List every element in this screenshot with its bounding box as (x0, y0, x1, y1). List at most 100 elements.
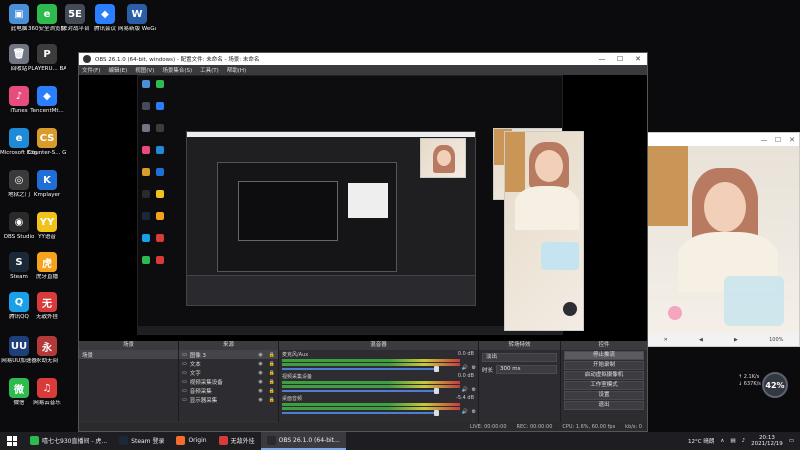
taskbar-item[interactable]: Origin (170, 432, 212, 450)
clock[interactable]: 20:13 2021/12/19 (751, 435, 783, 447)
source-item[interactable]: ▭ 视频采集设备 ◉ 🔒 (179, 377, 278, 386)
lock-icon[interactable]: 🔒 (269, 370, 275, 376)
transitions-dock: 转场特效 淡出 时长 300 ms (479, 341, 561, 431)
preview-mini-icon (156, 256, 164, 264)
taskbar-item[interactable]: 无敌外挂 (213, 432, 261, 450)
prev-icon[interactable]: ◀ (699, 337, 703, 343)
eye-icon[interactable]: ◉ (258, 397, 262, 403)
lock-icon[interactable]: 🔒 (269, 379, 275, 385)
control-button[interactable]: 停止推流 (564, 351, 644, 360)
preview-mini-icon (142, 234, 150, 242)
close-icon[interactable]: ✕ (629, 53, 647, 65)
source-type-icon: ▭ (182, 369, 187, 376)
gear-icon[interactable]: ⚙ (472, 409, 476, 415)
eye-icon[interactable]: ◉ (258, 379, 262, 385)
webcam-window-titlebar[interactable]: — ☐ ✕ (648, 133, 799, 146)
source-item[interactable]: ▭ 显示器采集 ◉ 🔒 (179, 395, 278, 404)
speaker-icon[interactable]: 🔊 (462, 387, 468, 393)
chevron-up-icon[interactable]: ∧ (720, 438, 724, 444)
control-button[interactable]: 开始录制 (564, 361, 644, 370)
control-button[interactable]: 退出 (564, 401, 644, 410)
duration-input[interactable]: 300 ms (496, 365, 557, 374)
source-item[interactable]: ▭ 文字 ◉ 🔒 (179, 368, 278, 377)
volume-meter (282, 381, 460, 384)
mixer-track-db: 0.0 dB (457, 373, 474, 379)
computer-icon: ▣ (9, 4, 29, 24)
source-item[interactable]: ▭ 图像 3 ◉ 🔒 (179, 350, 278, 359)
obs-titlebar[interactable]: OBS 26.1.0 (64-bit, windows) - 配置文件: 未命名… (79, 53, 647, 65)
menu-view[interactable]: 视图(V) (135, 66, 154, 74)
menu-file[interactable]: 文件(F) (82, 66, 100, 74)
game-red-icon: 永 (37, 336, 57, 356)
scenes-dock: 场景 场景 + − ∧ ∨ (79, 341, 179, 431)
browser-360-icon: e (37, 4, 57, 24)
close-icon[interactable]: ✕ (785, 136, 799, 144)
eye-icon[interactable]: ◉ (258, 361, 262, 367)
lock-icon[interactable]: 🔒 (269, 352, 275, 358)
desktop-icon[interactable]: W 网易新版 WeGame版 (118, 4, 156, 32)
mixer-header: 混音器 (279, 341, 478, 350)
eye-icon[interactable]: ◉ (258, 370, 262, 376)
volume-slider[interactable] (282, 410, 440, 416)
eye-icon[interactable]: ◉ (258, 352, 262, 358)
menu-scene-collection[interactable]: 场景集合(S) (162, 66, 192, 74)
gear-icon[interactable]: ⚙ (472, 387, 476, 393)
desktop-icon[interactable]: ◆ TencentMt... (28, 86, 66, 114)
control-button[interactable]: 工作室模式 (564, 381, 644, 390)
source-item[interactable]: ▭ 音频采集 ◉ 🔒 (179, 386, 278, 395)
maximize-icon[interactable]: ☐ (611, 53, 629, 65)
taskbar-item[interactable]: 嘻七七930直播间 - 虎... (24, 432, 113, 450)
mixer-track-db: 0.0 dB (457, 351, 474, 357)
obs-window[interactable]: OBS 26.1.0 (64-bit, windows) - 配置文件: 未命名… (78, 52, 648, 432)
next-icon[interactable]: ▶ (734, 337, 738, 343)
usage-gauge: 42% (762, 372, 788, 398)
desktop-icon[interactable]: 虎虎牙直播 (28, 252, 66, 280)
desktop-icon[interactable]: YY YY语音 (28, 212, 66, 240)
preview-mini-icon (142, 146, 150, 154)
taskbar-item[interactable]: Steam 登录 (113, 432, 170, 450)
mixer-track-name: 视频采集设备 (282, 374, 313, 380)
lock-icon[interactable]: 🔒 (269, 361, 275, 367)
volume-slider[interactable] (282, 388, 440, 394)
close-icon[interactable]: ✕ (664, 337, 668, 343)
taskbar-item-label: Steam 登录 (131, 437, 165, 445)
desktop-icon[interactable]: K Kmplayer (28, 170, 66, 198)
lock-icon[interactable]: 🔒 (269, 388, 275, 394)
control-button[interactable]: 启动虚拟摄像机 (564, 371, 644, 380)
desktop-icon[interactable]: P PLAYERU... BATTLEGR... (28, 44, 66, 72)
gear-icon[interactable]: ⚙ (472, 365, 476, 371)
weather-widget[interactable]: 12°C 晴朗 (688, 437, 714, 445)
eye-icon[interactable]: ◉ (258, 388, 262, 394)
notification-icon[interactable]: ▭ (789, 438, 794, 444)
desktop-icon[interactable]: CS Counter-S... Global Off... (28, 128, 66, 156)
network-icon[interactable]: ▤ (730, 438, 735, 444)
source-item[interactable]: ▭ 文本 ◉ 🔒 (179, 359, 278, 368)
preview-mini-icon (156, 102, 164, 110)
taskbar-item[interactable]: OBS 26.1.0 (64-bit... (260, 432, 346, 450)
menu-edit[interactable]: 编辑(E) (108, 66, 127, 74)
volume-slider[interactable] (282, 366, 440, 372)
taskbar-item-label: Origin (188, 436, 207, 444)
menu-help[interactable]: 帮助(H) (227, 66, 246, 74)
menu-tools[interactable]: 工具(T) (200, 66, 219, 74)
scene-item[interactable]: 场景 (79, 350, 178, 359)
speaker-icon[interactable]: 🔊 (462, 365, 468, 371)
source-label: 文本 (189, 361, 201, 368)
desktop-icon[interactable]: 无无敌外挂 (28, 292, 66, 320)
webcam-window[interactable]: — ☐ ✕ ✕ ◀ ▶ 100% (647, 132, 800, 347)
volume-icon[interactable]: ♪ (742, 438, 746, 444)
desktop-icon[interactable]: 永永劫无间 (28, 336, 66, 364)
tencent-icon: ◆ (37, 86, 57, 106)
transition-select[interactable]: 淡出 (482, 353, 557, 362)
recycle-bin-icon: 🗑 (9, 44, 29, 64)
maximize-icon[interactable]: ☐ (771, 136, 785, 144)
download-speed: ↓ 637K/s (738, 381, 761, 387)
source-type-icon: ▭ (182, 396, 187, 403)
lock-icon[interactable]: 🔒 (269, 397, 275, 403)
start-button[interactable] (0, 432, 24, 450)
minimize-icon[interactable]: — (757, 136, 771, 144)
speaker-icon[interactable]: 🔊 (462, 409, 468, 415)
desktop-icon[interactable]: ♫ 网易云音乐 (28, 378, 66, 406)
control-button[interactable]: 设置 (564, 391, 644, 400)
minimize-icon[interactable]: — (593, 53, 611, 65)
